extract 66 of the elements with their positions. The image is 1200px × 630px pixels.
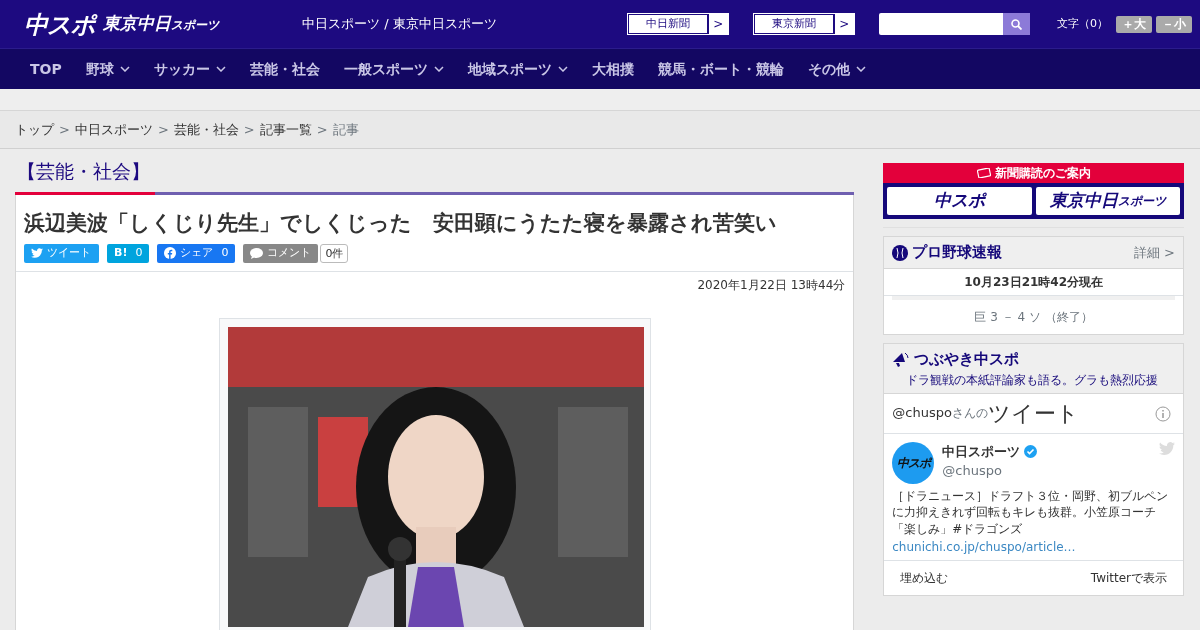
- newspaper-link[interactable]: 中日新聞 >: [626, 13, 729, 35]
- speech-bubble-icon: [250, 247, 264, 259]
- chevron-down-icon: [215, 66, 226, 72]
- font-size-label: 文字（0）: [1057, 15, 1108, 32]
- chevron-down-icon: [119, 66, 130, 72]
- comment-count: 0件: [320, 243, 349, 263]
- tweet-link[interactable]: chunichi.co.jp/chuspo/article…: [892, 537, 1175, 556]
- nav-item[interactable]: 一般スポーツ: [331, 49, 456, 89]
- widget-title: つぶやき中スポ: [914, 349, 1020, 370]
- nav-item[interactable]: 大相撲: [579, 49, 646, 89]
- category-heading: 【芸能・社会】: [16, 159, 151, 184]
- score-updated-time: 10月23日21時42分現在: [884, 269, 1183, 296]
- site-title: 中日スポーツ / 東京中日スポーツ: [302, 15, 497, 34]
- search-icon: [1010, 18, 1022, 30]
- article-headline: 浜辺美波「しくじり先生」でしくじった 安田顕にうたた寝を暴露され苦笑い: [24, 210, 778, 236]
- newspaper-link[interactable]: 東京新聞 >: [752, 13, 855, 35]
- nav-item[interactable]: 地域スポーツ: [455, 49, 580, 89]
- details-link[interactable]: 詳細 >: [1133, 242, 1175, 263]
- nav-item[interactable]: 芸能・社会: [237, 49, 332, 89]
- timeline-title: ツイート: [987, 399, 1079, 428]
- megaphone-icon: [892, 351, 911, 368]
- breadcrumb-separator: >: [157, 120, 169, 139]
- breadcrumb-separator: >: [243, 120, 255, 139]
- widget-subtitle: ドラ観戦の本紙評論家も語る。グラも熱烈応援: [906, 371, 1160, 389]
- view-on-twitter-link[interactable]: Twitterで表示: [1090, 568, 1167, 587]
- search-field[interactable]: [878, 13, 1003, 35]
- score-line: 巨 3 － 4 ソ （終了）: [892, 296, 1175, 334]
- timeline-label: さんの: [951, 405, 988, 420]
- account-name: 中日スポーツ: [942, 442, 1021, 461]
- article-date: 2020年1月22日 13時44分: [696, 276, 847, 294]
- nav-item[interactable]: サッカー: [141, 49, 238, 89]
- chuspo-logo[interactable]: 中スポ: [887, 187, 1032, 215]
- chevron-down-icon: [855, 66, 866, 72]
- nav-item[interactable]: 競馬・ボート・競輪: [645, 49, 796, 89]
- subscription-heading: 新聞購読のご案内: [994, 165, 1091, 182]
- breadcrumb-link[interactable]: トップ: [15, 119, 54, 140]
- facebook-share-button[interactable]: シェア 0: [157, 243, 236, 263]
- nav-item[interactable]: 野球: [73, 49, 142, 89]
- timeline-handle-link[interactable]: @chuspo: [892, 403, 952, 423]
- nav-item[interactable]: TOP: [16, 49, 74, 89]
- subscription-banner[interactable]: 新聞購読のご案内 中スポ 東京中日スポーツ: [883, 163, 1184, 219]
- breadcrumb-current: 記事: [332, 120, 359, 139]
- tweet-text: ［ドラニュース］ドラフト３位・岡野、初ブルペンに力抑えきれず回転もキレも抜群。小笠原コーチ「楽しみ」#ドラゴンズ: [892, 487, 1170, 538]
- bird-icon: [1159, 441, 1175, 455]
- hashtag-link[interactable]: #ドラゴンズ: [952, 522, 1023, 537]
- search-button[interactable]: [1002, 13, 1030, 35]
- nav-item[interactable]: その他: [795, 49, 878, 89]
- breadcrumb-link[interactable]: 芸能・社会: [173, 119, 239, 140]
- breadcrumb-separator: >: [59, 120, 70, 139]
- breadcrumb-link[interactable]: 記事一覧: [259, 119, 312, 140]
- ticket-icon: [976, 168, 991, 178]
- chevron-down-icon: [433, 66, 444, 72]
- info-icon: [1155, 405, 1171, 422]
- breadcrumb-separator: >: [316, 120, 328, 139]
- avatar: 中スポ: [892, 441, 935, 484]
- account-handle: @chuspo: [942, 462, 1003, 480]
- tokyo-chunichi-logo[interactable]: 東京中日スポーツ: [1035, 187, 1180, 215]
- chevron-down-icon: [557, 66, 568, 72]
- breadcrumb-link[interactable]: 中日スポーツ: [74, 119, 153, 140]
- bird-icon: [31, 248, 43, 259]
- site-logo[interactable]: 東京中日スポーツ: [103, 11, 219, 37]
- baseball-icon: [892, 244, 909, 261]
- widget-title: プロ野球速報: [912, 242, 1003, 264]
- embed-link[interactable]: 埋め込む: [900, 568, 949, 587]
- facebook-icon: [164, 247, 177, 260]
- comment-share-button[interactable]: コメント: [243, 243, 319, 263]
